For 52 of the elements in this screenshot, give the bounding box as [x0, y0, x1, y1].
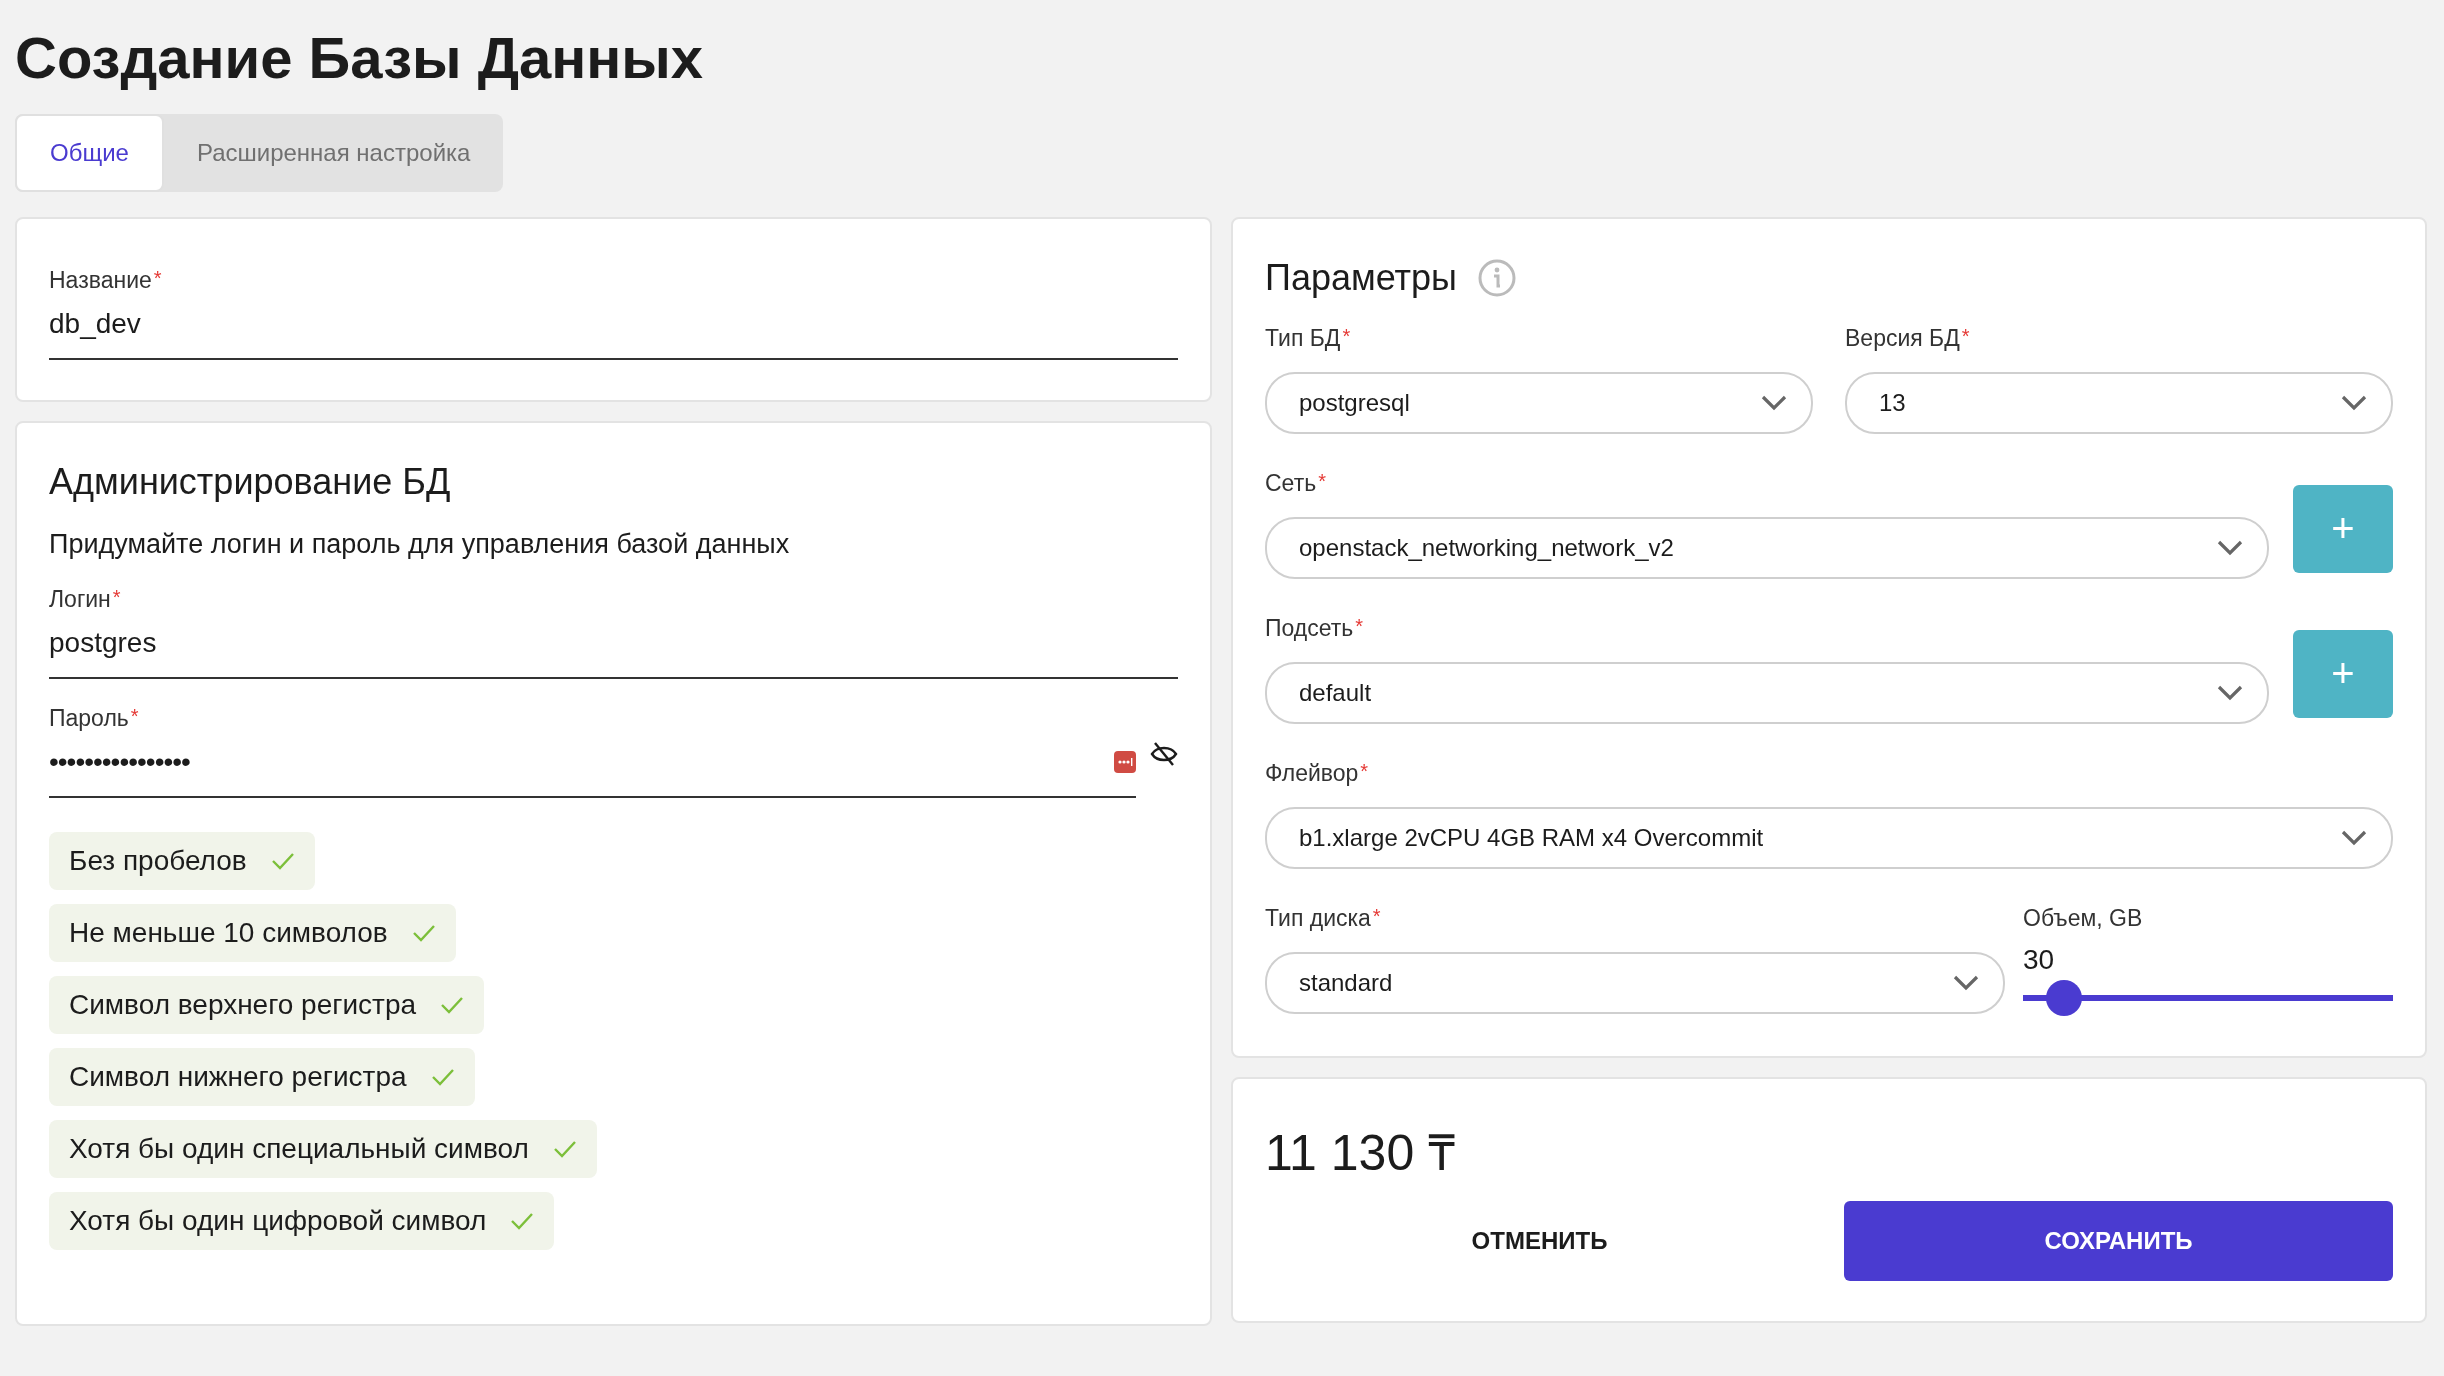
field-label: Подсеть	[1265, 614, 1354, 642]
select-field[interactable]: default	[1265, 661, 2269, 724]
select-field[interactable]: standard	[1265, 951, 2005, 1014]
required-asterisk: *	[1355, 614, 1364, 638]
chevron-down-icon	[2341, 829, 2367, 846]
field-label: Объем, GB	[2023, 904, 2144, 932]
select-field[interactable]: postgresql	[1265, 371, 1813, 434]
chevron-down-icon	[1953, 974, 1979, 991]
cancel-button[interactable]: ОТМЕНИТЬ	[1265, 1200, 1814, 1281]
requirement-text: Хотя бы один цифровой символ	[69, 1204, 487, 1237]
field-label: Флейвор	[1265, 759, 1359, 787]
password-manager-icon[interactable]	[1114, 750, 1136, 773]
required-asterisk: *	[1342, 324, 1351, 348]
field-label: Тип БД	[1265, 324, 1341, 352]
save-button[interactable]: СОХРАНИТЬ	[1844, 1200, 2393, 1281]
price-total: 11 130 ₸	[1265, 1123, 1457, 1183]
chevron-down-icon	[2341, 394, 2367, 411]
required-asterisk: *	[1360, 759, 1369, 783]
required-asterisk: *	[1961, 324, 1970, 348]
field-label: Версия БД	[1845, 324, 1960, 352]
required-asterisk: *	[1372, 904, 1381, 928]
tab[interactable]: Расширенная настройка	[163, 113, 504, 192]
chevron-down-icon	[1761, 394, 1787, 411]
field-label: Логин	[49, 585, 111, 613]
page-title: Создание Базы Данных	[15, 26, 705, 90]
section-title: Параметры	[1265, 256, 1457, 299]
select-field[interactable]: openstack_networking_network_v2	[1265, 516, 2269, 579]
field-label: Название	[49, 266, 152, 294]
requirement-text: Символ верхнего регистра	[69, 988, 417, 1021]
chevron-down-icon	[2217, 684, 2243, 701]
select-field[interactable]: 13	[1845, 371, 2393, 434]
section-description: Придумайте логин и пароль для управления базой данных	[49, 528, 791, 560]
required-asterisk: *	[153, 266, 162, 290]
field-label: Тип диска	[1265, 904, 1371, 932]
name-input[interactable]: db_dev	[49, 293, 1178, 360]
select-field[interactable]: b1.xlarge 2vCPU 4GB RAM x4 Overcommit	[1265, 806, 2393, 869]
tab[interactable]: Общие	[15, 113, 164, 192]
field-label: Сеть	[1265, 469, 1317, 497]
requirement-text: Не меньше 10 символов	[69, 916, 388, 949]
requirement-text: Символ нижнего регистра	[69, 1060, 407, 1093]
eye-slash-icon[interactable]	[1150, 740, 1178, 767]
requirement-text: Без пробелов	[69, 844, 247, 877]
chevron-down-icon	[2217, 539, 2243, 556]
password-input[interactable]: ••••••••••••••••	[49, 731, 1136, 798]
volume-reading: 30	[2023, 943, 2056, 976]
required-asterisk: *	[1318, 469, 1326, 493]
section-title: Администрирование БД	[49, 460, 452, 503]
required-asterisk: *	[130, 704, 139, 728]
required-asterisk: *	[112, 585, 121, 609]
requirement-text: Хотя бы один специальный символ	[69, 1132, 529, 1165]
field-label: Пароль	[49, 704, 129, 732]
login-input[interactable]: postgres	[49, 612, 1178, 679]
